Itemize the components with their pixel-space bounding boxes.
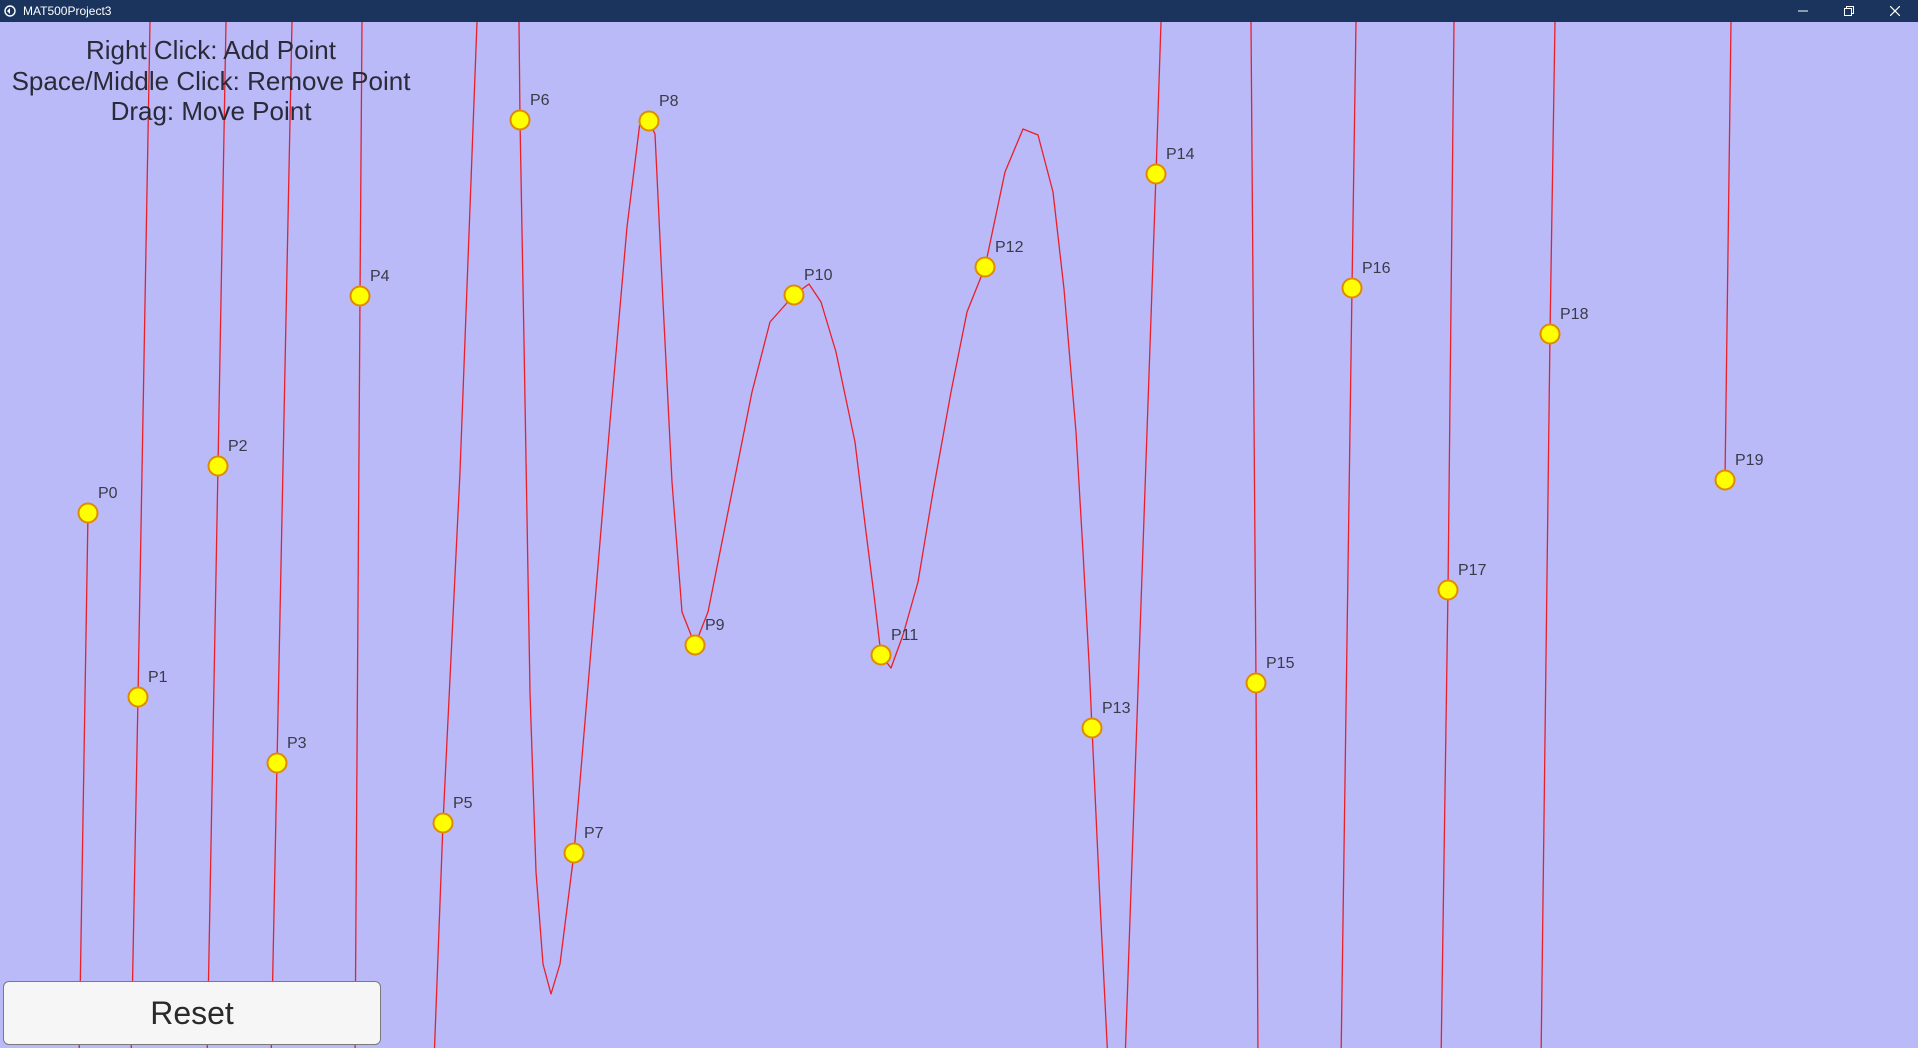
curve-segment <box>519 119 1108 1048</box>
control-point-marker[interactable] <box>684 634 706 656</box>
control-point-marker[interactable] <box>349 285 371 307</box>
control-point-p5[interactable]: P5 <box>432 795 473 834</box>
control-point-p14[interactable]: P14 <box>1145 146 1195 185</box>
control-point-p3[interactable]: P3 <box>266 735 307 774</box>
control-point-label: P1 <box>148 669 168 686</box>
instruction-move-point: Drag: Move Point <box>110 96 312 126</box>
control-point-marker[interactable] <box>77 502 99 524</box>
control-point-p17[interactable]: P17 <box>1437 562 1487 601</box>
curve-layer <box>78 22 1732 1048</box>
curve-segment <box>1340 287 1353 1048</box>
curve-segment <box>78 512 89 1048</box>
control-point-label: P17 <box>1458 562 1487 579</box>
title-bar: MAT500Project3 <box>0 0 1918 22</box>
curve-segment <box>1155 22 1162 175</box>
control-point-marker[interactable] <box>1245 672 1267 694</box>
control-point-label: P8 <box>659 93 679 110</box>
app-icon <box>4 5 16 17</box>
control-point-label: P3 <box>287 735 307 752</box>
point-layer: P0 P1 P2 P3 P4 P5 P6 P7 P8 P9 P10 P11 P12 P13 P14 P15 P1… <box>77 92 1764 864</box>
control-point-label: P6 <box>530 92 550 109</box>
curve-segment <box>1724 22 1732 481</box>
curve-segment <box>1255 682 1259 1048</box>
control-point-marker[interactable] <box>563 842 585 864</box>
control-point-label: P16 <box>1362 260 1391 277</box>
control-point-label: P5 <box>453 795 473 812</box>
curve-segment <box>276 22 293 764</box>
instruction-add-point: Right Click: Add Point <box>85 35 336 65</box>
control-point-marker[interactable] <box>1714 469 1736 491</box>
minimize-button[interactable] <box>1780 0 1826 22</box>
curve-segment <box>442 22 478 824</box>
control-point-label: P13 <box>1102 700 1131 717</box>
control-point-p6[interactable]: P6 <box>509 92 550 131</box>
curve-segment <box>1124 173 1157 1048</box>
control-point-marker[interactable] <box>1539 323 1561 345</box>
control-point-p15[interactable]: P15 <box>1245 655 1295 694</box>
control-point-label: P0 <box>98 485 118 502</box>
control-point-p9[interactable]: P9 <box>684 617 725 656</box>
control-point-marker[interactable] <box>266 752 288 774</box>
curve-segment <box>206 465 219 1048</box>
control-point-label: P10 <box>804 267 833 284</box>
control-point-marker[interactable] <box>1145 163 1167 185</box>
close-button[interactable] <box>1872 0 1918 22</box>
control-point-label: P7 <box>584 825 604 842</box>
instruction-remove-point: Space/Middle Click: Remove Point <box>11 65 411 96</box>
curve-segment <box>1447 22 1455 591</box>
control-point-p2[interactable]: P2 <box>207 438 248 477</box>
curve-segment <box>518 22 521 121</box>
control-point-p19[interactable]: P19 <box>1714 452 1764 491</box>
control-point-label: P18 <box>1560 306 1589 323</box>
drawing-canvas[interactable]: P0 P1 P2 P3 P4 P5 P6 P7 P8 P9 P10 P11 P12 P13 P14 P15 P1… <box>0 22 1918 1048</box>
curve-segment <box>433 822 444 1048</box>
curve-plot[interactable]: P0 P1 P2 P3 P4 P5 P6 P7 P8 P9 P10 P11 P12 P13 P14 P15 P1… <box>0 22 1918 1048</box>
control-point-marker[interactable] <box>207 455 229 477</box>
reset-button[interactable]: Reset <box>3 981 381 1045</box>
control-point-label: P19 <box>1735 452 1764 469</box>
control-point-p1[interactable]: P1 <box>127 669 168 708</box>
control-point-marker[interactable] <box>432 812 454 834</box>
control-point-label: P9 <box>705 617 725 634</box>
close-icon <box>1890 6 1900 16</box>
instructions-panel: Right Click: Add Point Space/Middle Clic… <box>0 35 422 127</box>
control-point-marker[interactable] <box>1081 717 1103 739</box>
control-point-p12[interactable]: P12 <box>974 239 1024 278</box>
control-point-label: P14 <box>1166 146 1195 163</box>
control-point-p8[interactable]: P8 <box>638 93 679 132</box>
control-point-label: P11 <box>891 627 918 644</box>
control-point-p18[interactable]: P18 <box>1539 306 1589 345</box>
control-point-p10[interactable]: P10 <box>783 267 833 306</box>
control-point-marker[interactable] <box>1341 277 1363 299</box>
restore-button[interactable] <box>1826 0 1872 22</box>
control-point-p7[interactable]: P7 <box>563 825 604 864</box>
curve-segment <box>1351 22 1357 289</box>
control-point-label: P12 <box>995 239 1024 256</box>
control-point-marker[interactable] <box>638 110 660 132</box>
control-point-label: P2 <box>228 438 248 455</box>
control-point-marker[interactable] <box>974 256 996 278</box>
control-point-label: P4 <box>370 268 390 285</box>
curve-segment <box>1549 22 1556 335</box>
restore-icon <box>1844 6 1854 16</box>
control-point-marker[interactable] <box>1437 579 1459 601</box>
control-point-marker[interactable] <box>127 686 149 708</box>
curve-segment <box>1440 589 1449 1048</box>
control-point-label: P15 <box>1266 655 1295 672</box>
control-point-marker[interactable] <box>870 644 892 666</box>
control-point-p16[interactable]: P16 <box>1341 260 1391 299</box>
control-point-p4[interactable]: P4 <box>349 268 390 307</box>
window-title: MAT500Project3 <box>23 4 112 18</box>
curve-segment <box>1250 22 1257 684</box>
control-point-p0[interactable]: P0 <box>77 485 118 524</box>
control-point-marker[interactable] <box>783 284 805 306</box>
control-point-p13[interactable]: P13 <box>1081 700 1131 739</box>
control-point-marker[interactable] <box>509 109 531 131</box>
minimize-icon <box>1798 10 1808 12</box>
curve-segment <box>1540 333 1551 1048</box>
curve-segment <box>354 295 361 1048</box>
